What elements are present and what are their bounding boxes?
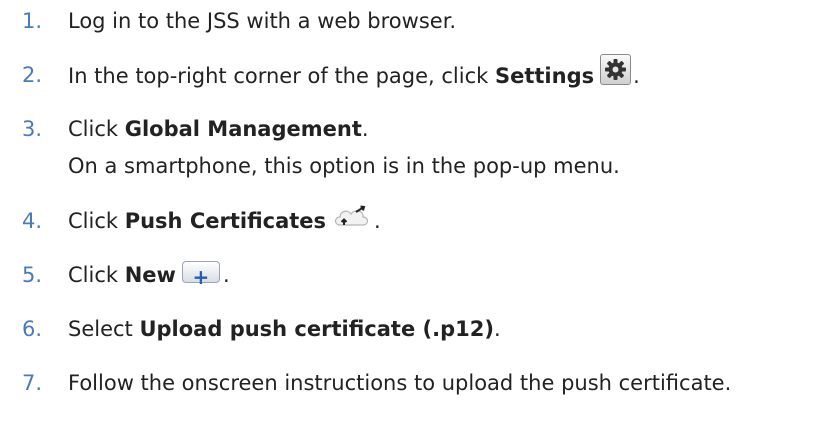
settings-label: Settings (494, 63, 595, 88)
plus-icon: + (181, 261, 220, 287)
step-text: Click Push Certificates . (68, 203, 381, 236)
push-certificates-label: Push Certificates (124, 209, 327, 233)
step-number: 4. (22, 209, 43, 233)
cloud-upload-icon (332, 203, 372, 231)
step-number: 3. (22, 117, 43, 141)
step-text: Log in to the JSS with a web browser. (68, 9, 457, 33)
gear-icon (600, 54, 632, 85)
step-text: In the top-right corner of the page, cli… (68, 54, 640, 91)
step-text: Follow the onscreen instructions to uplo… (68, 371, 732, 395)
step-number: 7. (22, 371, 43, 395)
step-text: Click New + . (68, 260, 230, 290)
step-note: On a smartphone, this option is in the p… (68, 154, 620, 178)
upload-push-certificate-label: Upload push certificate (.p12) (139, 317, 494, 341)
step-text: Click Global Management . (68, 114, 369, 144)
global-management-label: Global Management (124, 117, 362, 141)
step-number: 5. (22, 263, 43, 287)
new-label: New (124, 263, 176, 287)
step-number: 1. (22, 9, 43, 33)
step-text: Select Upload push certificate (.p12) . (68, 314, 501, 344)
step-number: 2. (22, 63, 43, 87)
instruction-steps: 1. Log in to the JSS with a web browser.… (0, 0, 837, 435)
step-number: 6. (22, 317, 43, 341)
